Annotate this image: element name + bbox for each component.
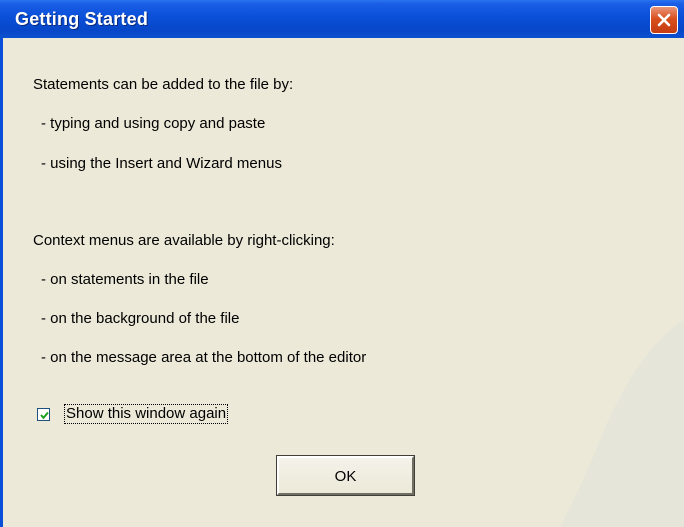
list-item: - on the message area at the bottom of t…	[41, 349, 367, 366]
checkmark-icon	[40, 411, 49, 420]
getting-started-dialog: Getting Started Statements can be added …	[0, 0, 684, 527]
context-heading: Context menus are available by right-cli…	[33, 232, 335, 249]
ok-button[interactable]: OK	[276, 455, 415, 496]
close-icon	[657, 13, 671, 27]
title-bar[interactable]: Getting Started	[0, 0, 684, 38]
ok-button-label: OK	[334, 468, 357, 485]
show-again-label[interactable]: Show this window again	[64, 404, 229, 424]
watermark-shape	[560, 320, 684, 527]
statements-heading: Statements can be added to the file by:	[33, 76, 294, 93]
close-button[interactable]	[650, 6, 678, 34]
list-item: - on statements in the file	[41, 271, 209, 288]
window-title: Getting Started	[15, 9, 149, 29]
list-item: - using the Insert and Wizard menus	[41, 155, 282, 172]
show-again-checkbox[interactable]	[37, 408, 50, 421]
list-item: - typing and using copy and paste	[41, 115, 266, 132]
list-item: - on the background of the file	[41, 310, 240, 327]
